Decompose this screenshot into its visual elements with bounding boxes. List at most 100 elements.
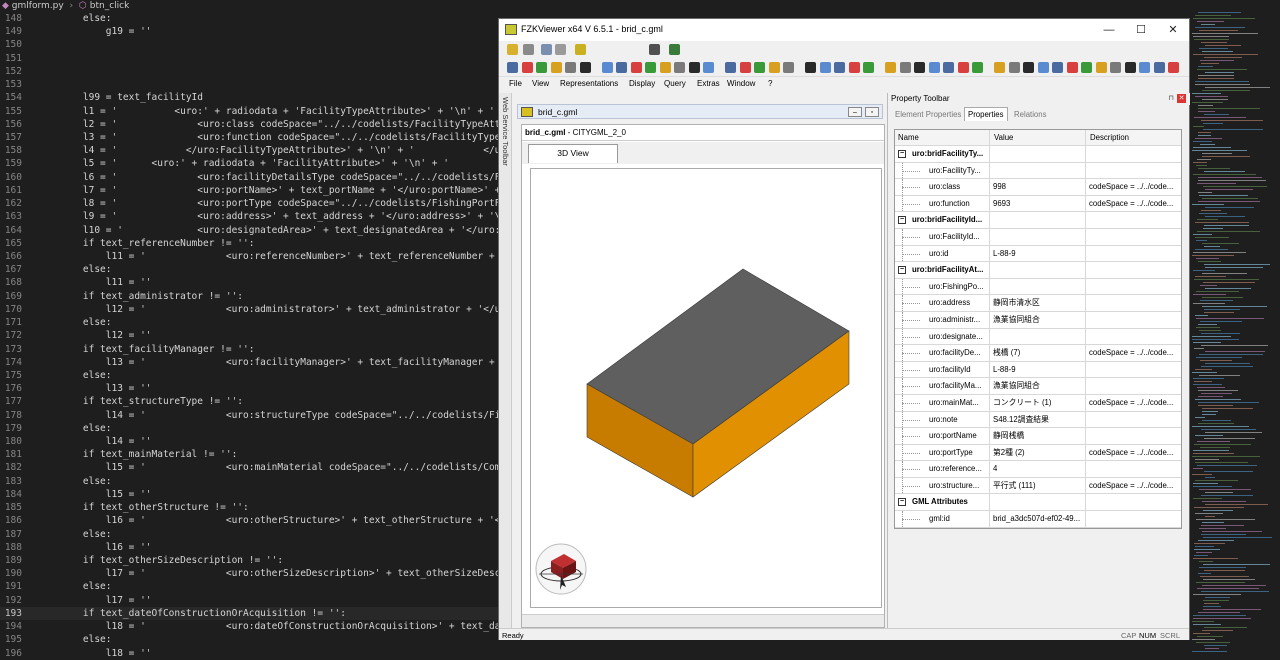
select-icon[interactable] [1124,62,1136,73]
property-row[interactable]: uro:facilityMa... 漁業協同組合 [895,378,1181,395]
property-row[interactable]: uro:facilityId L-88-9 [895,361,1181,379]
maximize-button[interactable]: ☐ [1125,19,1157,41]
property-row[interactable]: uro:note S48.12調査結果 [895,411,1181,429]
select-icon[interactable] [507,62,518,73]
doc-restore-button[interactable]: ▫ [865,107,879,117]
collapse-icon[interactable]: − [898,150,906,158]
code-line[interactable]: 149 g19 = '' [0,25,498,38]
code-line[interactable]: 191 else: [0,580,498,593]
rotate-icon[interactable] [550,62,562,73]
property-row[interactable]: uro:id L-88-9 [895,245,1181,263]
pointer-icon[interactable] [899,62,911,73]
walk-icon[interactable] [725,62,736,73]
code-line[interactable]: 193 if text_dateOfConstructionOrAcquisit… [0,606,498,621]
code-line[interactable]: 166 l11 = ' <uro:referenceNumber>' + tex… [0,250,498,263]
property-row[interactable]: uro:FishingPo... [895,278,1181,296]
code-line[interactable]: 176 l13 = '' [0,382,498,395]
walk-icon[interactable] [601,62,613,73]
code-line[interactable]: 192 l17 = '' [0,594,498,607]
rotate-icon[interactable] [1052,62,1063,73]
menu-extras[interactable]: Extras [697,79,720,88]
navigation-cube-icon[interactable] [535,543,587,595]
view-icon[interactable] [739,62,751,73]
view-icon[interactable] [863,62,874,73]
code-line[interactable]: 165 if text_referenceNumber != '': [0,237,498,250]
code-line[interactable]: 167 else: [0,263,498,276]
select-icon[interactable] [885,62,896,73]
code-line[interactable]: 194 l18 = ' <uro:dateOfConstructionOrAcq… [0,620,498,633]
fit-icon[interactable] [703,62,714,73]
menu-view[interactable]: View [532,79,549,88]
code-line[interactable]: 158 l4 = ' </uro:FacilityTypeAttribute>'… [0,144,498,157]
pan-icon[interactable] [783,62,794,73]
walk-icon[interactable] [1095,62,1107,73]
fit-icon[interactable] [1081,62,1092,73]
property-row[interactable]: uro:portName 静岡桟橋 [895,428,1181,445]
code-line[interactable]: 153 [0,78,498,91]
code-line[interactable]: 160 l6 = ' <uro:facilityDetailsType code… [0,171,498,184]
zoom-icon[interactable] [943,62,954,73]
code-line[interactable]: 185 if text_otherStructure != '': [0,501,498,514]
menu-display[interactable]: Display [629,79,655,88]
code-line[interactable]: 162 l8 = ' <uro:portType codeSpace="../.… [0,197,498,210]
code-line[interactable]: 154 l99 = text_facilityId [0,91,498,104]
pointer-icon[interactable] [1139,62,1150,73]
property-row[interactable]: uro:FacilityTy... [895,162,1181,180]
column-description[interactable]: Description [1087,130,1182,145]
pointer-icon[interactable] [1023,62,1034,73]
property-row[interactable]: uro:facilityDe... 桟橋 (7) codeSpace = ../..… [895,345,1181,362]
property-row[interactable]: uro:structure... 平行式 (111) codeSpace = ../… [895,477,1181,495]
code-line[interactable]: 184 l15 = '' [0,488,498,501]
select-icon[interactable] [630,62,642,73]
rotate-icon[interactable] [805,62,816,73]
code-line[interactable]: 168 l11 = '' [0,276,498,289]
tab-3d-view[interactable]: 3D View [528,144,618,163]
tab-properties[interactable]: Properties [964,107,1008,121]
property-group-row[interactable]: − GML Attributes [895,494,1181,512]
code-line[interactable]: 159 l5 = ' <uro:' + radiodata + 'Facilit… [0,157,498,170]
pointer-icon[interactable] [521,62,533,73]
code-line[interactable]: 186 l16 = ' <uro:otherStructure>' + text… [0,514,498,527]
collapse-icon[interactable]: − [898,216,906,225]
save-icon[interactable] [523,44,534,55]
collapse-icon[interactable]: − [898,498,906,507]
code-line[interactable]: 190 l17 = ' <uro:otherSizeDescription>' … [0,567,498,580]
view-icon[interactable] [994,62,1005,73]
code-line[interactable]: 189 if text_otherSizeDescription != '': [0,554,498,567]
walk-icon[interactable] [848,62,860,73]
zoom-icon[interactable] [688,62,700,73]
pointer-icon[interactable] [768,62,780,73]
code-line[interactable]: 195 else: [0,633,498,646]
property-row[interactable]: uro:FacilityId... [895,228,1181,246]
fit-icon[interactable] [579,62,591,73]
code-line[interactable]: 175 else: [0,369,498,382]
menu-query[interactable]: Query [664,79,686,88]
code-line[interactable]: 178 l14 = ' <uro:structureType codeSpace… [0,409,498,422]
open-icon[interactable] [507,44,518,55]
pan-icon[interactable] [659,62,671,73]
pan-icon[interactable] [536,62,547,73]
document-tab[interactable]: brid_c.gml – ▫ [517,104,883,119]
collapse-icon[interactable]: − [898,266,906,275]
title-bar[interactable]: FZKViewer x64 V 6.5.1 - brid_c.gml — ☐ ✕ [499,19,1189,41]
pointer-icon[interactable] [645,62,656,73]
fit-icon[interactable] [834,62,845,73]
view-icon[interactable] [616,62,627,73]
3d-viewport[interactable] [530,168,882,608]
rotate-icon[interactable] [928,62,940,73]
property-row[interactable]: gml:id brid_a3dc507d-ef02-49... [895,511,1181,528]
code-line[interactable]: 174 l13 = ' <uro:facilityManager>' + tex… [0,356,498,369]
menu-help[interactable]: ? [768,79,772,88]
code-line[interactable]: 169 if text_administrator != '': [0,290,498,303]
code-line[interactable]: 151 [0,52,498,65]
code-area[interactable]: 148 else: 149 g19 = '' 150 151 152 153 154 l99… [0,12,498,660]
menu-representations[interactable]: Representations [560,79,618,88]
zoom-icon[interactable] [819,62,831,73]
tools-icon[interactable] [649,44,660,55]
select-icon[interactable] [1008,62,1020,73]
code-line[interactable]: 164 l10 = ' <uro:designatedArea>' + text… [0,224,498,237]
code-line[interactable]: 196 l18 = '' [0,647,498,660]
property-group-row[interactable]: − uro:bridFacilityAt... [895,262,1181,279]
rotate-icon[interactable] [1168,62,1179,73]
pin-icon[interactable]: ⊓ [1169,94,1174,102]
